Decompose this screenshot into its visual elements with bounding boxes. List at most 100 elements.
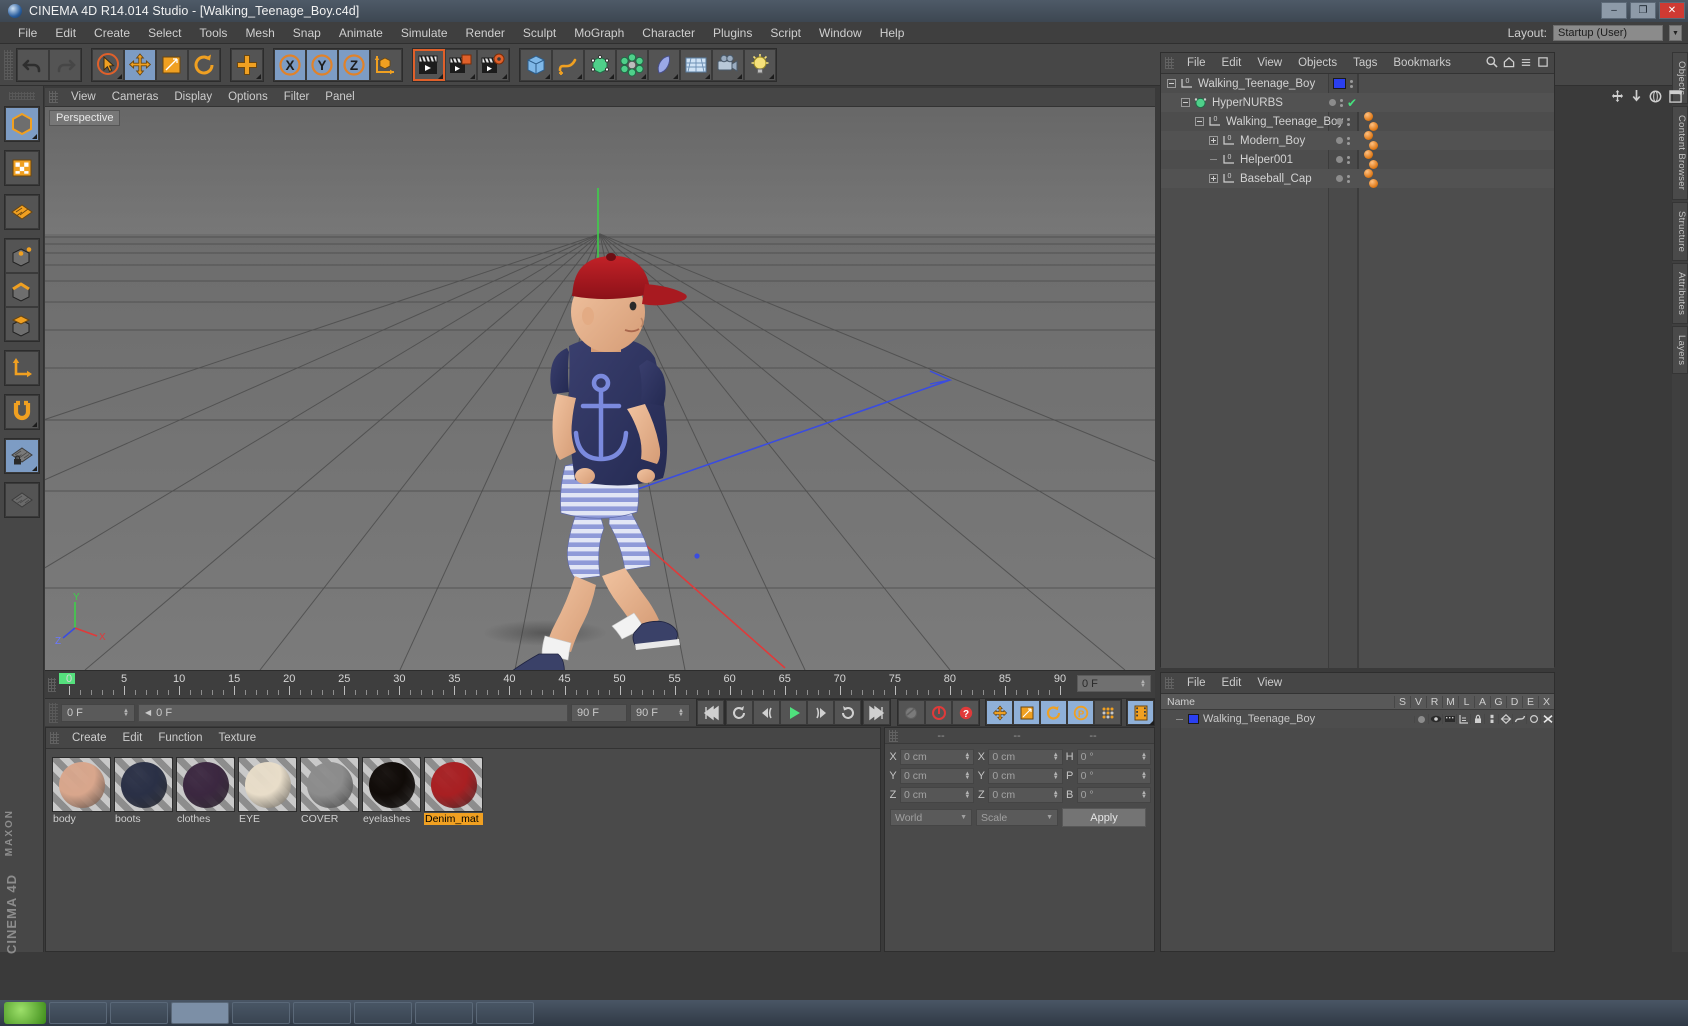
autokeying-button[interactable] [925, 700, 952, 725]
xref-icon[interactable] [1540, 714, 1554, 724]
preview-range-end-field[interactable]: 90 F [571, 703, 627, 722]
material-grid[interactable]: body boots clothes EYE COVER eyelashes Denim_m… [46, 749, 880, 833]
material-name[interactable]: COVER [300, 813, 359, 825]
editor-render-dots[interactable] [1347, 117, 1350, 126]
editor-render-dots[interactable] [1350, 79, 1353, 88]
viewport-menu-filter[interactable]: Filter [276, 90, 318, 104]
left-toolbar-grip[interactable] [8, 92, 35, 100]
viewport-menu-view[interactable]: View [63, 90, 104, 104]
taskbar-item[interactable] [232, 1002, 290, 1024]
layer-column-name[interactable]: Name [1161, 696, 1394, 708]
lock-x-axis[interactable]: X [274, 48, 306, 81]
object-visibility-dots[interactable] [1328, 112, 1358, 131]
object-tags[interactable] [1364, 112, 1378, 131]
layer-manager-grip[interactable] [1165, 677, 1174, 689]
scale-tool[interactable] [156, 48, 188, 81]
object-manager-menu-tags[interactable]: Tags [1345, 56, 1385, 70]
animation-layer-button[interactable] [1127, 700, 1154, 725]
polygons-mode-button[interactable] [4, 307, 39, 341]
animation-bar-grip[interactable] [49, 702, 58, 723]
object-manager-grip[interactable] [1165, 57, 1174, 69]
object-visibility-dots[interactable] [1328, 169, 1358, 188]
enabled-check-icon[interactable]: ✔ [1347, 97, 1357, 109]
scale-key-toggle[interactable] [1013, 700, 1040, 725]
spinner-icon[interactable]: ▲ ▼ [964, 790, 970, 800]
texture-tag-icon[interactable] [1364, 150, 1373, 159]
coord-field-rotation[interactable]: 0 ° ▲ ▼ [1076, 748, 1151, 765]
previous-frame-button[interactable] [753, 700, 780, 725]
dock-tab-layers[interactable]: Layers [1672, 325, 1688, 375]
search-icon[interactable] [1486, 55, 1498, 71]
preview-range-field[interactable]: ◀ 0 F [138, 703, 568, 722]
material-name[interactable]: EYE [238, 813, 297, 825]
spinner-icon[interactable]: ▲ ▼ [1053, 752, 1059, 762]
spinner-icon[interactable]: ▲ ▼ [1141, 752, 1147, 762]
editor-render-dots[interactable] [1347, 155, 1350, 164]
menu-item-create[interactable]: Create [85, 24, 139, 42]
live-selection-tool[interactable] [92, 48, 124, 81]
workplane-grid-button[interactable] [4, 483, 39, 517]
coord-field-position[interactable]: 0 cm ▲ ▼ [900, 786, 975, 803]
visibility-dot[interactable] [1336, 118, 1343, 125]
menu-icon[interactable] [1537, 56, 1549, 71]
taskbar-item[interactable] [476, 1002, 534, 1024]
manager-icon[interactable] [1456, 714, 1470, 724]
maximize-viewport-icon[interactable] [1669, 90, 1682, 106]
pan-icon[interactable] [1611, 90, 1624, 106]
object-row[interactable]: 0 Helper001 [1161, 150, 1554, 169]
material-cell[interactable]: boots [114, 757, 173, 825]
object-tree[interactable]: 0 Walking_Teenage_Boy HyperNURBS ✔ 0 Walking_… [1161, 74, 1554, 668]
material-name[interactable]: boots [114, 813, 173, 825]
menu-item-render[interactable]: Render [457, 24, 514, 42]
go-to-start-button[interactable] [697, 700, 724, 725]
visible-icon[interactable] [1428, 714, 1442, 724]
material-cell[interactable]: body [52, 757, 111, 825]
render-settings-button[interactable] [477, 48, 509, 81]
lock-icon[interactable] [1470, 714, 1484, 724]
menu-item-select[interactable]: Select [139, 24, 190, 42]
expressions-icon[interactable] [1526, 714, 1540, 724]
coordinate-manager-grip[interactable] [889, 729, 898, 742]
taskbar-item[interactable] [171, 1002, 229, 1024]
point-level-animation-toggle[interactable] [1094, 700, 1121, 725]
material-preview[interactable] [238, 757, 297, 812]
parameter-key-toggle[interactable]: P [1067, 700, 1094, 725]
add-array-object[interactable] [616, 48, 648, 81]
layer-column-a[interactable]: A [1474, 695, 1490, 708]
object-visibility-dots[interactable]: ✔ [1328, 93, 1358, 112]
object-manager-menu-objects[interactable]: Objects [1290, 56, 1345, 70]
coordinate-mode-dropdown[interactable]: Scale ▼ [976, 809, 1058, 826]
material-preview[interactable] [176, 757, 235, 812]
timeline-end-field[interactable]: 0 F ▲ ▼ [1077, 675, 1151, 692]
record-active-objects-button[interactable] [898, 700, 925, 725]
menu-item-simulate[interactable]: Simulate [392, 24, 457, 42]
coord-field-size[interactable]: 0 cm ▲ ▼ [988, 786, 1063, 803]
object-visibility-dots[interactable] [1328, 150, 1358, 169]
move-tool[interactable] [124, 48, 156, 81]
layer-column-e[interactable]: E [1522, 695, 1538, 708]
menu-item-character[interactable]: Character [633, 24, 704, 42]
add-hypernurbs-object[interactable] [584, 48, 616, 81]
layer-column-d[interactable]: D [1506, 695, 1522, 708]
texture-tag-icon[interactable] [1369, 122, 1378, 131]
expand-icon[interactable] [1209, 136, 1218, 145]
next-frame-button[interactable] [807, 700, 834, 725]
object-row[interactable]: 0 Baseball_Cap [1161, 169, 1554, 188]
material-preview[interactable] [300, 757, 359, 812]
timeline-grip[interactable] [48, 678, 56, 692]
start-button[interactable] [4, 1002, 46, 1024]
dock-tab-attributes[interactable]: Attributes [1672, 262, 1688, 324]
object-row[interactable]: 0 Walking_Teenage_Boy [1161, 112, 1554, 131]
texture-tag-icon[interactable] [1369, 141, 1378, 150]
spinner-icon[interactable]: ▲ ▼ [964, 771, 970, 781]
play-backwards-button[interactable] [726, 700, 753, 725]
spinner-icon[interactable]: ▲ ▼ [964, 752, 970, 762]
material-menu-function[interactable]: Function [150, 731, 210, 745]
add-spline-object[interactable] [552, 48, 584, 81]
collapse-icon[interactable] [1520, 56, 1532, 71]
menu-item-window[interactable]: Window [810, 24, 871, 42]
object-tags[interactable] [1364, 150, 1378, 169]
spinner-icon[interactable]: ▲ ▼ [1141, 790, 1147, 800]
rotation-key-toggle[interactable] [1040, 700, 1067, 725]
timeline-ticks[interactable]: 0 5 10 15 20 25 30 35 40 45 50 55 60 65 70 75 80 85 90 [59, 671, 1070, 699]
